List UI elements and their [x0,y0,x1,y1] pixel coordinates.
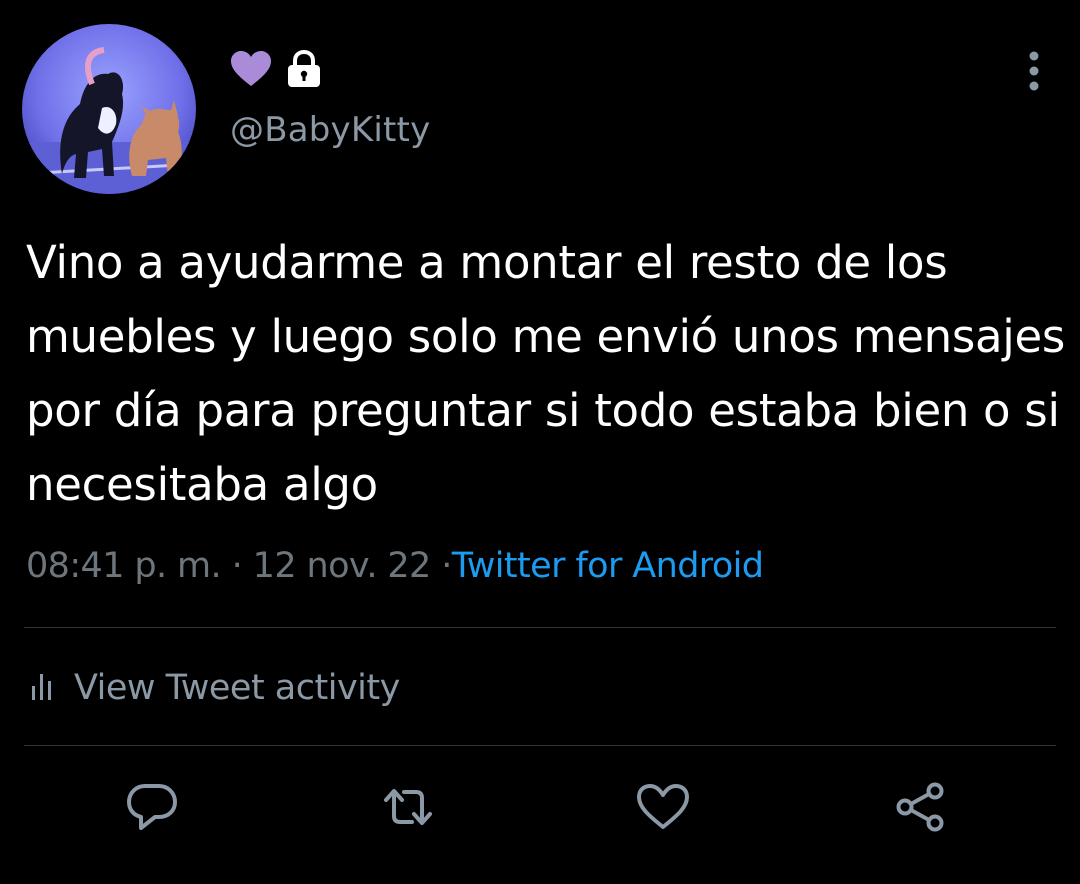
like-icon [636,783,690,835]
tweet-date: 12 nov. 22 [252,546,432,586]
avatar[interactable] [22,24,196,194]
user-handle[interactable]: @BabyKitty [230,110,430,150]
tweet-source-link[interactable]: Twitter for Android [452,546,764,586]
reply-icon [125,782,179,836]
retweet-button[interactable] [381,782,435,836]
view-tweet-activity-button[interactable]: View Tweet activity [30,664,400,712]
avatar-image [22,24,196,194]
reply-button[interactable] [125,782,179,836]
share-button[interactable] [893,782,947,836]
divider [24,745,1056,746]
tweet-time: 08:41 p. m. [26,546,222,586]
meta-separator: · [441,546,452,586]
tweet-detail: @BabyKitty Vino a ayudarme a montar el r… [0,0,1080,884]
meta-separator: · [231,546,243,586]
heart-icon [230,50,272,92]
tweet-metadata: 08:41 p. m. · 12 nov. 22 ·Twitter for An… [26,546,764,586]
divider [24,627,1056,628]
tweet-text: Vino a ayudarme a montar el resto de los… [26,236,1066,511]
display-name-row [230,49,322,92]
more-options-icon[interactable] [1014,48,1054,96]
analytics-icon [30,670,60,706]
like-button[interactable] [636,782,690,836]
lock-icon [286,49,322,92]
share-icon [893,781,947,837]
view-tweet-activity-label: View Tweet activity [74,668,400,708]
retweet-icon [380,782,436,836]
